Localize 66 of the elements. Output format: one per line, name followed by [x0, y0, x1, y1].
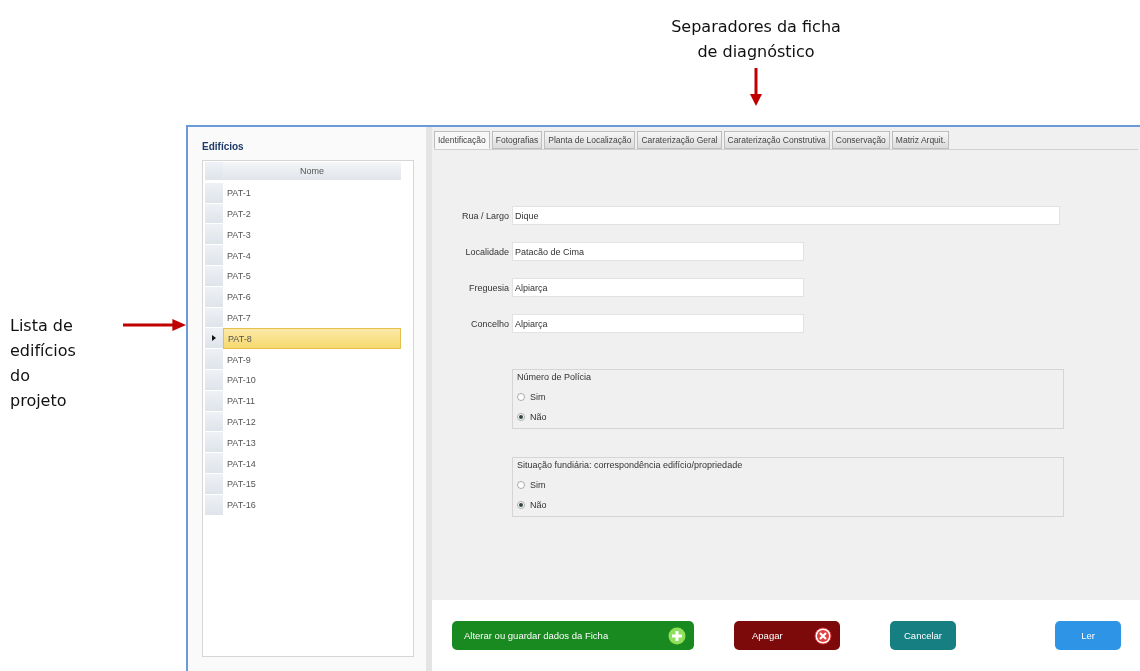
callout-text: Lista de edifícios do projeto: [10, 315, 77, 412]
delete-button[interactable]: Apagar: [734, 621, 840, 650]
row-header: [205, 286, 223, 308]
column-header: Nome: [223, 162, 401, 180]
field-label: Freguesia: [467, 282, 510, 293]
group-title: Situação fundiária: correspondência edifício/propriedade: [517, 460, 744, 470]
list-item[interactable]: PAT-13: [223, 432, 401, 454]
input-field[interactable]: Alpiarça: [512, 278, 804, 297]
list-item[interactable]: PAT-8: [223, 328, 401, 350]
row-header: [205, 369, 223, 391]
row-header: [205, 494, 223, 516]
row-header: [205, 390, 223, 412]
tab[interactable]: Caraterização Construtiva: [723, 131, 830, 149]
arrow: [749, 68, 763, 106]
callout-text: Separadores da ficha de diagnóstico: [671, 16, 841, 63]
radio-button[interactable]: [517, 481, 525, 489]
plus-circle-icon: [668, 626, 686, 645]
close-icon: [814, 626, 832, 645]
radio-button[interactable]: [517, 413, 525, 421]
radio-button[interactable]: [517, 501, 525, 509]
save-button[interactable]: Alterar ou guardar dados da Ficha: [452, 621, 694, 650]
row-header: [205, 473, 223, 495]
row-header: [205, 203, 223, 225]
row-header: [205, 453, 223, 474]
field-label: Rua / Largo: [460, 210, 510, 221]
input-field[interactable]: Alpiarça: [512, 314, 804, 333]
row-header: [205, 411, 223, 433]
field-label: Concelho: [469, 318, 510, 329]
list-item[interactable]: PAT-12: [223, 411, 401, 433]
cancel-button[interactable]: Cancelar: [890, 621, 956, 650]
tab[interactable]: Identificação: [434, 131, 490, 149]
radio-label: Não: [530, 500, 547, 510]
list-item[interactable]: PAT-14: [223, 453, 401, 474]
tab[interactable]: Matriz Arquit.: [891, 131, 950, 149]
input-field[interactable]: Patacão de Cima: [512, 242, 804, 261]
arrow: [122, 318, 186, 332]
list-item[interactable]: PAT-10: [223, 369, 401, 391]
row-header: [205, 245, 223, 266]
tab[interactable]: Fotografias: [491, 131, 543, 149]
list-item[interactable]: PAT-9: [223, 349, 401, 370]
tab[interactable]: Planta de Localização: [544, 131, 636, 149]
list-item[interactable]: PAT-15: [223, 473, 401, 495]
panel-title: Edifícios: [202, 141, 245, 152]
list-item[interactable]: PAT-4: [223, 245, 401, 266]
field-label: Localidade: [464, 246, 510, 257]
list-item[interactable]: PAT-16: [223, 494, 401, 516]
row-header: [205, 432, 223, 454]
list-item[interactable]: PAT-6: [223, 286, 401, 308]
radio-label: Não: [530, 412, 547, 422]
radio-button[interactable]: [517, 393, 525, 401]
row-header: [205, 182, 223, 204]
tab[interactable]: Conservação: [831, 131, 890, 149]
input-field[interactable]: Dique: [512, 206, 1060, 225]
row-header: [205, 266, 223, 287]
group-title: Número de Polícia: [517, 372, 593, 382]
list-item[interactable]: PAT-3: [223, 224, 401, 246]
list-item[interactable]: PAT-2: [223, 203, 401, 225]
list-item[interactable]: PAT-1: [223, 182, 401, 204]
list-item[interactable]: PAT-11: [223, 390, 401, 412]
row-header: [205, 224, 223, 246]
current-row-icon: [212, 335, 216, 342]
tab[interactable]: Caraterização Geral: [637, 131, 722, 149]
list-item[interactable]: PAT-7: [223, 307, 401, 329]
radio-label: Sim: [530, 480, 546, 490]
radio-label: Sim: [530, 392, 546, 402]
list-item[interactable]: PAT-5: [223, 266, 401, 287]
